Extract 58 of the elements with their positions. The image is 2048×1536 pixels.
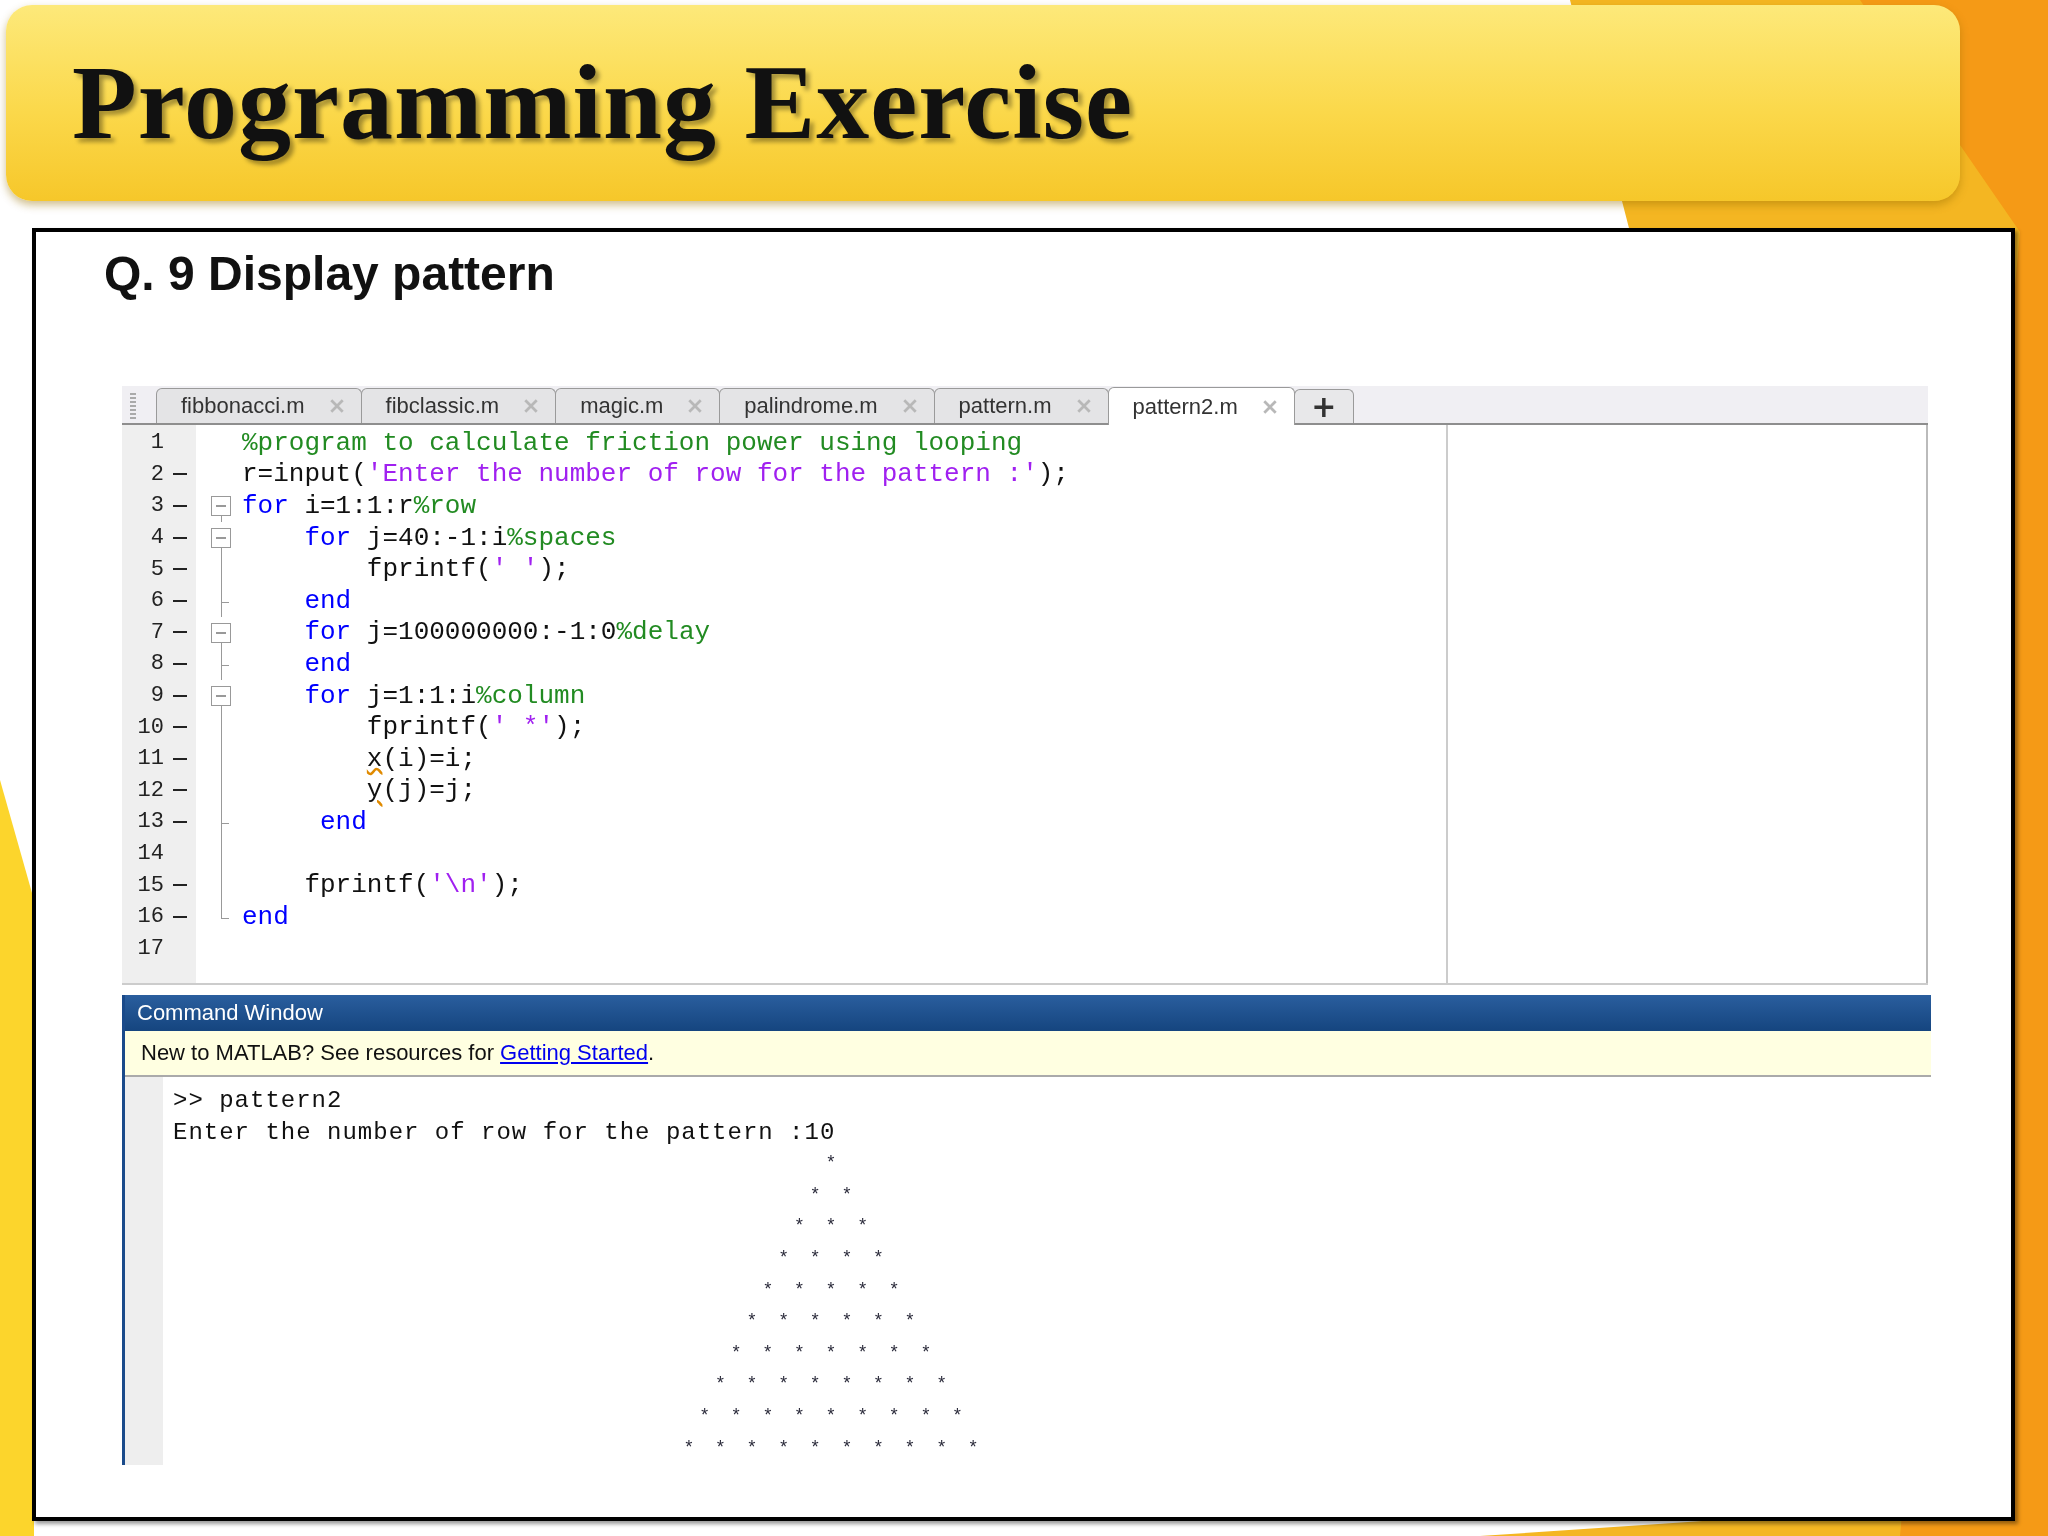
code-line: end <box>303 648 352 679</box>
line-number: 5 <box>149 556 164 582</box>
star-pattern: * * * * * * * * * * * * * * * * * * * * * * * * * * * * * * * * * * * * * * * * * * * * * * * * * * * * * * * <box>683 1152 979 1460</box>
console-line: >> pattern2 <box>173 1087 343 1115</box>
collapse-icon[interactable] <box>211 527 231 548</box>
panel-title: Command Window <box>125 995 1931 1031</box>
close-icon[interactable] <box>523 398 540 414</box>
console-line: Enter the number of row for the pattern :10 <box>173 1118 836 1146</box>
line-number: 1 <box>149 430 164 456</box>
collapse-icon[interactable] <box>211 622 231 643</box>
file-tab[interactable]: palindrome.m <box>719 388 935 423</box>
getting-started-link[interactable]: Getting Started <box>500 1040 649 1065</box>
line-number: 3 <box>149 493 164 519</box>
code-line: %program to calculate friction power using looping <box>242 427 1023 458</box>
close-icon[interactable] <box>901 398 918 414</box>
line-number: 15 <box>136 872 164 898</box>
line-number: 10 <box>136 714 164 740</box>
code-line: fprintf(' '); <box>365 554 570 585</box>
file-tab[interactable]: pattern.m <box>933 388 1109 423</box>
code-line: r=input('Enter the number of row for the pattern :'); <box>242 459 1069 490</box>
line-number: 16 <box>136 904 164 930</box>
close-icon[interactable] <box>328 398 345 414</box>
collapse-icon[interactable] <box>211 496 231 517</box>
new-tab-button[interactable]: + <box>1293 389 1354 423</box>
code-line: fprintf(' *'); <box>365 712 586 743</box>
line-number: 12 <box>136 777 164 803</box>
line-number: 11 <box>136 746 164 772</box>
code-line: y(j)=j; <box>365 775 477 806</box>
close-icon[interactable] <box>1261 398 1278 415</box>
line-number: 2 <box>149 461 164 487</box>
line-number: 6 <box>149 588 164 614</box>
code-line: x(i)=i; <box>365 743 477 774</box>
file-tab[interactable]: fibclassic.m <box>360 388 557 423</box>
slide-title: Programming Exercise <box>72 43 1134 163</box>
file-tab[interactable]: magic.m <box>555 388 721 423</box>
line-number: 9 <box>149 683 164 709</box>
code-line: end <box>303 585 352 616</box>
notice-text: New to MATLAB? See resources for Getting Started. <box>141 1040 655 1066</box>
file-tab[interactable]: fibbonacci.m <box>156 388 362 423</box>
line-number: 4 <box>149 525 164 551</box>
code-line: end <box>242 901 289 932</box>
code-line: for i=1:1:r%row <box>242 491 477 521</box>
question-heading: Q. 9 Display pattern <box>104 246 555 302</box>
line-number: 17 <box>136 935 164 961</box>
close-icon[interactable] <box>687 398 704 414</box>
line-number: 8 <box>149 651 164 677</box>
code-line: fprintf('\n'); <box>303 870 523 901</box>
line-number: 13 <box>136 809 164 835</box>
line-number: 7 <box>149 619 164 645</box>
close-icon[interactable] <box>1075 398 1092 414</box>
code-line: for j=100000000:-1:0%delay <box>303 617 711 648</box>
code-line: for j=1:1:i%column <box>303 680 586 711</box>
code-line: end <box>319 806 367 837</box>
file-tab[interactable]: pattern2.m <box>1107 387 1295 425</box>
line-number: 14 <box>136 841 164 866</box>
grip-icon[interactable] <box>130 393 136 419</box>
code-line: for j=40:-1:i%spaces <box>303 522 617 553</box>
collapse-icon[interactable] <box>211 685 231 706</box>
